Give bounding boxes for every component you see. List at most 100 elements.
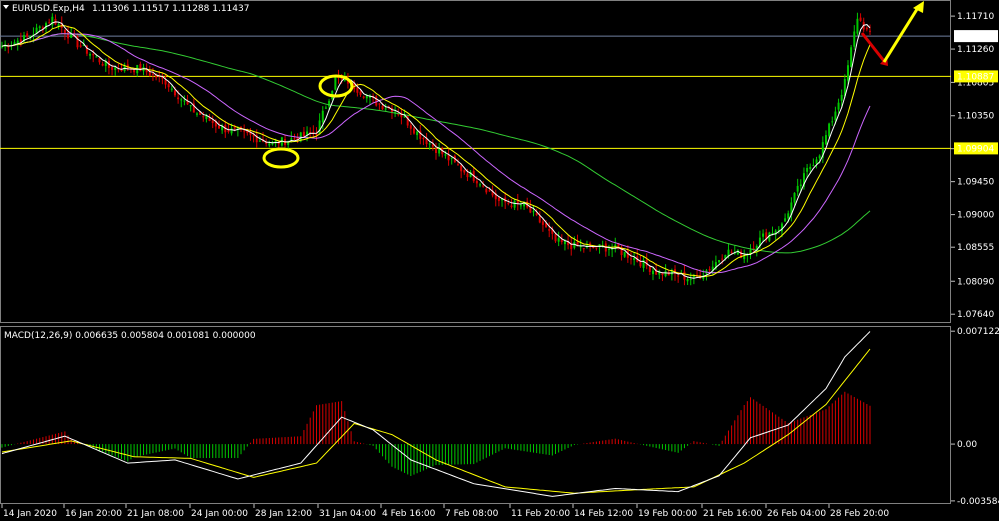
candle-body bbox=[548, 229, 551, 231]
trading-chart[interactable]: EURUSD.Exp,H4 1.11306 1.11517 1.11288 1.1… bbox=[0, 0, 999, 521]
candle-body bbox=[846, 65, 849, 81]
candle-body bbox=[721, 258, 724, 260]
candle-body bbox=[532, 211, 535, 213]
candle-body bbox=[475, 180, 478, 184]
candle-body bbox=[195, 113, 198, 115]
candle-body bbox=[435, 148, 437, 154]
candle-body bbox=[155, 75, 158, 78]
candle-body bbox=[689, 279, 692, 281]
candle-body bbox=[677, 275, 680, 277]
candle-body bbox=[708, 269, 711, 271]
candle-body bbox=[375, 96, 378, 106]
candle-body bbox=[183, 100, 186, 102]
candle-body bbox=[98, 58, 101, 63]
candle-body bbox=[227, 130, 230, 132]
candle-body bbox=[177, 97, 180, 100]
level-label-upper: 1.10887 bbox=[957, 72, 994, 82]
candle-body bbox=[170, 88, 173, 90]
symbol-dropdown-icon[interactable] bbox=[3, 5, 9, 9]
candle-body bbox=[318, 120, 321, 135]
candle-body bbox=[378, 103, 381, 105]
candle-body bbox=[865, 27, 868, 30]
candle-body bbox=[623, 251, 626, 257]
candle-body bbox=[48, 22, 51, 24]
macd-panel-frame bbox=[0, 326, 951, 504]
candle-body bbox=[592, 246, 595, 248]
candle-body bbox=[92, 53, 95, 56]
candle-body bbox=[718, 260, 721, 263]
candle-body bbox=[403, 116, 406, 118]
time-tick-label: 14 Feb 12:00 bbox=[574, 509, 633, 519]
candle-body bbox=[828, 123, 831, 137]
candle-body bbox=[412, 128, 415, 134]
candle-body bbox=[101, 63, 104, 66]
macd-tick-label: -0.003584 bbox=[957, 497, 999, 507]
price-tick-label: 1.08090 bbox=[957, 277, 994, 287]
candle-body bbox=[859, 17, 862, 21]
ohlc-readout: 1.11306 1.11517 1.11288 1.11437 bbox=[92, 4, 249, 14]
macd-tick-label: 0.00 bbox=[957, 440, 977, 450]
candle-body bbox=[831, 121, 834, 123]
candle-body bbox=[258, 140, 261, 142]
candle-body bbox=[869, 30, 871, 32]
candle-body bbox=[629, 258, 632, 260]
candle-body bbox=[686, 278, 689, 282]
candle-body bbox=[796, 185, 799, 192]
price-tick-label: 1.09000 bbox=[957, 211, 994, 221]
candle-body bbox=[664, 271, 667, 277]
candle-body bbox=[563, 241, 566, 245]
candle-body bbox=[26, 33, 29, 37]
candle-body bbox=[233, 127, 236, 129]
candle-body bbox=[67, 31, 70, 39]
signal-line bbox=[1, 348, 871, 494]
candle-body bbox=[139, 63, 142, 72]
candle-body bbox=[633, 258, 636, 261]
candle-body bbox=[850, 47, 853, 67]
candle-body bbox=[541, 221, 544, 225]
macd-indicator-label: MACD(12,26,9) 0.006635 0.005804 0.001081… bbox=[4, 331, 256, 341]
candle-body bbox=[211, 120, 214, 123]
candle-body bbox=[856, 18, 859, 34]
annotation-arrow-up[interactable] bbox=[882, 5, 921, 63]
candle-body bbox=[482, 185, 485, 187]
candle-body bbox=[218, 125, 220, 129]
candle-body bbox=[79, 45, 82, 47]
candle-body bbox=[607, 248, 610, 250]
candle-body bbox=[111, 67, 114, 70]
candle-body bbox=[180, 99, 183, 101]
time-tick-label: 24 Jan 00:00 bbox=[191, 509, 248, 519]
candle-body bbox=[334, 77, 337, 90]
candle-body bbox=[730, 251, 733, 253]
candle-body bbox=[535, 213, 538, 216]
candle-body bbox=[302, 131, 305, 137]
candle-body bbox=[164, 79, 167, 85]
candle-body bbox=[328, 100, 331, 107]
time-tick-label: 28 Jan 12:00 bbox=[255, 509, 312, 519]
candle-body bbox=[840, 94, 843, 101]
candle-body bbox=[507, 202, 510, 204]
candle-body bbox=[560, 239, 563, 242]
candle-body bbox=[95, 56, 98, 58]
time-tick-label: 19 Feb 00:00 bbox=[638, 509, 697, 519]
candle-body bbox=[315, 133, 318, 136]
candle-body bbox=[466, 173, 469, 178]
candle-body bbox=[416, 131, 419, 136]
candle-body bbox=[290, 138, 293, 140]
candle-body bbox=[793, 192, 796, 203]
candle-body bbox=[648, 266, 651, 272]
macd-histogram bbox=[1, 391, 871, 476]
candle-body bbox=[365, 95, 368, 99]
candle-body bbox=[167, 84, 170, 88]
annotation-circle-low[interactable] bbox=[262, 147, 300, 169]
candle-body bbox=[538, 216, 541, 223]
candle-body bbox=[479, 184, 482, 186]
candle-body bbox=[837, 102, 840, 110]
candle-body bbox=[89, 54, 92, 56]
candle-body bbox=[189, 105, 192, 107]
candle-body bbox=[806, 167, 809, 172]
time-tick-label: 28 Feb 20:00 bbox=[830, 509, 889, 519]
candle-body bbox=[114, 67, 117, 71]
candle-body bbox=[173, 90, 176, 96]
candle-body bbox=[809, 166, 812, 170]
candle-body bbox=[853, 31, 856, 47]
